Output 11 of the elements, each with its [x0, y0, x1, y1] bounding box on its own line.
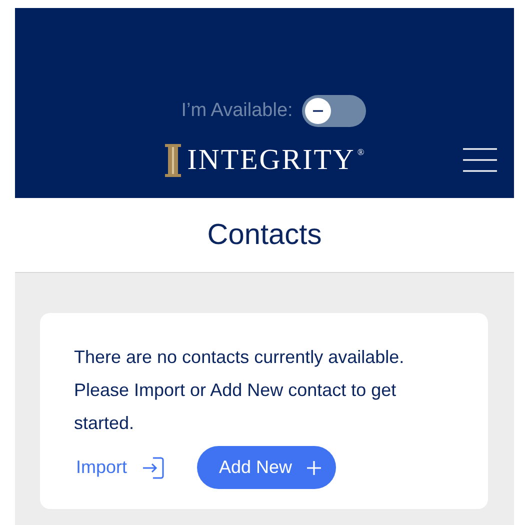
logo-text: INTEGRITY$^{®}$: [187, 144, 366, 176]
page-title: Contacts: [207, 218, 322, 252]
availability-label: I’m Available:: [181, 100, 293, 122]
pillar-icon: [165, 144, 182, 176]
import-button[interactable]: Import: [74, 452, 166, 484]
plus-icon: [306, 460, 322, 476]
menu-icon[interactable]: [463, 148, 497, 172]
empty-state-message: There are no contacts currently available. Please Import or Add New contact to get started.: [74, 346, 406, 435]
import-icon: [141, 456, 166, 480]
add-new-button[interactable]: Add New: [197, 446, 336, 489]
availability-toggle[interactable]: [302, 95, 366, 127]
